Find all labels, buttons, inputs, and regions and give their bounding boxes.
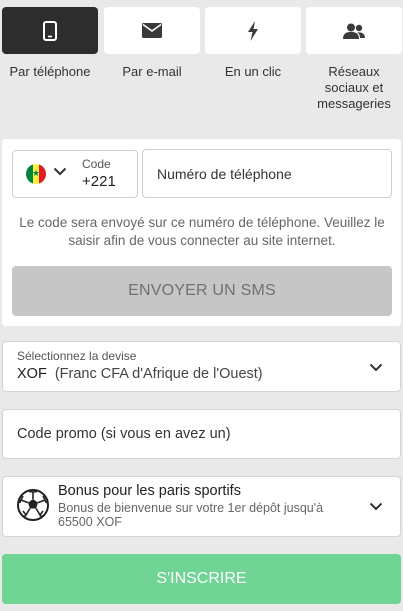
currency-label: Sélectionnez la devise (17, 349, 137, 363)
register-button[interactable]: S'INSCRIRE (2, 554, 401, 604)
chevron-down-icon (369, 502, 383, 511)
tab-label: Réseaux sociaux et messageries (317, 64, 391, 111)
tab-social-networks[interactable]: Réseaux sociaux et messageries (306, 7, 402, 112)
bonus-select[interactable]: Bonus pour les paris sportifs Bonus de b… (2, 476, 401, 537)
promo-code-field (2, 409, 401, 459)
currency-code: XOF (17, 366, 47, 382)
tab-by-phone[interactable]: Par téléphone (2, 7, 98, 80)
currency-name: (Franc CFA d'Afrique de l'Ouest) (54, 366, 263, 382)
smartphone-icon (43, 20, 57, 41)
chevron-down-icon (53, 167, 67, 176)
users-icon (343, 23, 365, 39)
tab-by-email[interactable]: Par e-mail (104, 7, 200, 80)
soccer-ball-icon (17, 489, 49, 521)
chevron-down-icon (369, 363, 383, 372)
currency-select[interactable]: Sélectionnez la devise XOF (Franc CFA d'A… (2, 341, 401, 392)
registration-method-tabs: Par téléphone Par e-mail En un clic Rése… (0, 0, 403, 125)
sms-hint-text: Le code sera envoyé sur ce numéro de tél… (19, 215, 385, 248)
phone-number-input[interactable] (142, 149, 392, 198)
tab-label: Par e-mail (122, 64, 182, 79)
tab-one-click[interactable]: En un clic (205, 7, 301, 80)
country-code-select[interactable]: ★ Code +221 (12, 150, 138, 198)
code-label: Code (82, 157, 111, 171)
currency-value: XOF (Franc CFA d'Afrique de l'Ouest) (17, 366, 263, 382)
code-value: +221 (82, 173, 116, 190)
send-sms-button[interactable]: ENVOYER UN SMS (12, 266, 392, 316)
lightning-icon (248, 20, 258, 41)
bonus-description: Bonus de bienvenue sur votre 1er dépôt j… (58, 501, 324, 529)
envelope-icon (142, 23, 162, 38)
tab-label: Par téléphone (9, 64, 91, 79)
tab-label: En un clic (224, 64, 282, 79)
promo-code-input[interactable] (3, 410, 400, 458)
senegal-flag-icon: ★ (26, 164, 46, 184)
bonus-title: Bonus pour les paris sportifs (58, 483, 241, 499)
